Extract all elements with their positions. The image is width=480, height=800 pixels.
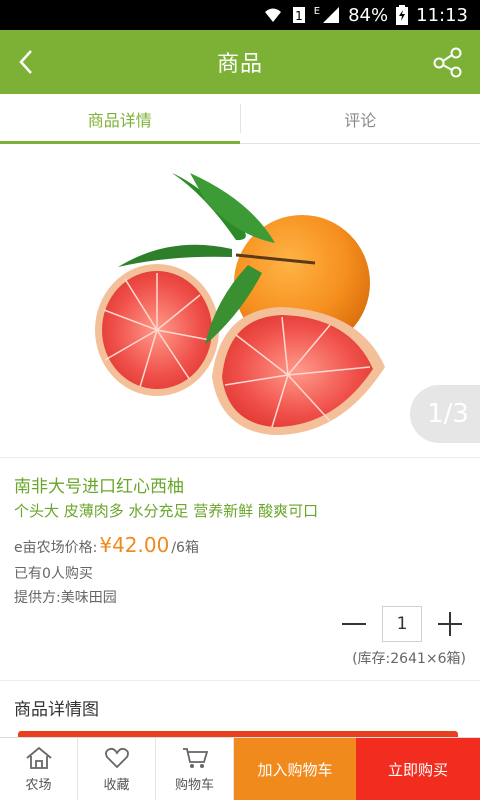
farm-house-icon	[25, 746, 52, 769]
nav-cart-label: 购物车	[174, 777, 214, 793]
nav-cart[interactable]: 购物车	[156, 738, 234, 800]
signal-icon: E	[314, 6, 340, 24]
share-button[interactable]	[428, 42, 468, 82]
decrease-button[interactable]	[336, 606, 372, 642]
battery-icon	[396, 5, 409, 25]
heart-icon	[104, 747, 129, 768]
app-bar: 商品	[0, 30, 480, 94]
sim-icon: 1	[292, 6, 306, 24]
increase-button[interactable]	[432, 606, 468, 642]
quantity-field[interactable]: 1	[382, 606, 422, 642]
share-icon	[433, 47, 462, 78]
page-title: 商品	[216, 52, 263, 77]
svg-text:1: 1	[295, 9, 303, 23]
signal-letter: E	[313, 6, 321, 17]
status-bar: 1 E 84% 11:13	[0, 0, 480, 30]
price-label: e亩农场价格:	[14, 540, 98, 556]
tab-product-details[interactable]: 商品详情	[0, 94, 240, 144]
tab-bar: 商品详情 评论	[0, 94, 480, 144]
product-name: 南非大号进口红心西柚	[14, 477, 184, 497]
product-slogan: 个头大 皮薄肉多 水分充足 营养新鲜 酸爽可口	[14, 502, 319, 520]
wifi-icon	[262, 6, 284, 24]
price-unit: /6箱	[171, 540, 199, 556]
add-to-cart-button[interactable]: 加入购物车	[234, 738, 356, 800]
cart-icon	[182, 747, 208, 768]
stock-info: (库存:2641×6箱)	[352, 651, 466, 667]
tab-comments[interactable]: 评论	[241, 94, 480, 143]
quantity-stepper: 1	[336, 606, 468, 642]
nav-farm[interactable]: 农场	[0, 738, 78, 800]
product-info: 南非大号进口红心西柚 个头大 皮薄肉多 水分充足 营养新鲜 酸爽可口 e亩农场价…	[0, 457, 480, 679]
nav-farm-label: 农场	[25, 777, 52, 793]
sold-count: 已有0人购买	[14, 566, 93, 582]
chevron-left-icon	[19, 50, 32, 74]
clock: 11:13	[416, 4, 468, 26]
back-button[interactable]	[6, 42, 46, 82]
minus-icon	[342, 623, 366, 625]
price-value: ¥42.00	[99, 533, 170, 557]
gallery-pager: 1/3	[410, 385, 480, 443]
bottom-action-bar: 农场 收藏 购物车 加入购物车 立即购买	[0, 737, 480, 800]
supplier: 提供方:美味田园	[14, 590, 117, 606]
nav-favorite-label: 收藏	[103, 777, 130, 793]
buy-now-button[interactable]: 立即购买	[356, 738, 480, 800]
plus-icon	[438, 612, 462, 636]
product-image-gallery[interactable]: 1/3	[0, 145, 480, 457]
battery-percent: 84%	[348, 4, 389, 26]
grapefruit-image	[95, 173, 385, 436]
price-row: e亩农场价格: ¥42.00 /6箱	[14, 533, 466, 557]
nav-favorite[interactable]: 收藏	[78, 738, 156, 800]
detail-images-title: 商品详情图	[0, 680, 480, 736]
